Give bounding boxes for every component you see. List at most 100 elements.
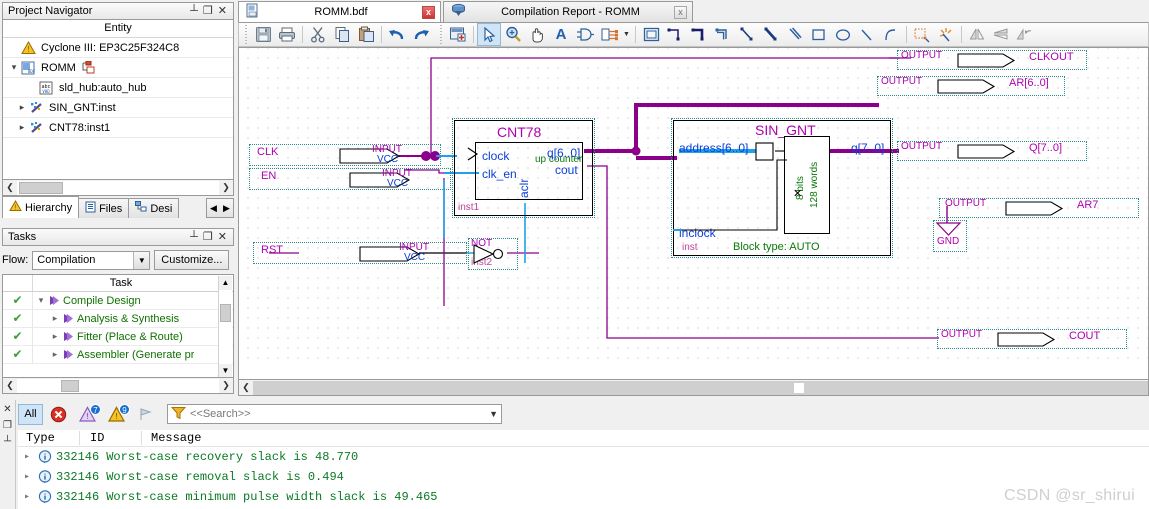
save-icon[interactable]: [251, 23, 275, 46]
run-task-icon[interactable]: [63, 331, 74, 342]
task-row[interactable]: ✔ ▾ Compile Design: [3, 292, 233, 310]
restore-icon[interactable]: ❐: [203, 5, 213, 17]
chevron-down-icon[interactable]: ▼: [489, 409, 498, 419]
orthogonal-conduit-tool-icon[interactable]: [711, 23, 735, 46]
error-filter-icon[interactable]: [45, 404, 72, 425]
chevron-right-icon[interactable]: ▸: [47, 331, 63, 342]
text-tool-icon[interactable]: A: [549, 23, 573, 46]
scroll-right-arrow-icon[interactable]: ❯: [219, 182, 233, 193]
hscroll-thumb[interactable]: [61, 379, 79, 392]
restore-icon[interactable]: ❐: [3, 420, 12, 431]
message-row[interactable]: ▸ 332146 Worst-case removal slack is 0.4…: [18, 467, 1149, 487]
task-row[interactable]: ✔ ▸ Assembler (Generate pr: [3, 346, 233, 364]
diagonal-bus-tool-icon[interactable]: [759, 23, 783, 46]
messages-list[interactable]: Type ID Message ▸ 332146 Worst-case reco…: [18, 430, 1149, 509]
tasks-vscrollbar[interactable]: ▲ ▼: [218, 276, 232, 377]
close-icon[interactable]: x: [422, 5, 435, 19]
critical-warning-filter-icon[interactable]: ! 7: [74, 403, 101, 425]
chevron-right-icon[interactable]: ▸: [18, 491, 36, 503]
schematic-canvas-container[interactable]: CLK INPUT VCC EN INPUT VCC RST INPUT VCC…: [238, 47, 1149, 380]
hand-tool-icon[interactable]: [525, 23, 549, 46]
diagonal-conduit-tool-icon[interactable]: [783, 23, 807, 46]
orthogonal-node-tool-icon[interactable]: [663, 23, 687, 46]
close-icon[interactable]: x: [674, 5, 687, 19]
cut-icon[interactable]: [306, 23, 330, 46]
orthogonal-bus-tool-icon[interactable]: [687, 23, 711, 46]
pin-shape-ar7[interactable]: [1005, 200, 1065, 217]
run-task-icon[interactable]: [63, 349, 74, 360]
pin-icon[interactable]: ┴: [190, 5, 198, 17]
flow-dropdown[interactable]: Compilation ▼: [32, 250, 151, 270]
tree-item-sld-hub[interactable]: abc VHD sld_hub:auto_hub: [3, 78, 233, 98]
pin-shape-clkout[interactable]: [957, 52, 1017, 69]
customize-button[interactable]: Customize...: [154, 250, 230, 270]
redo-icon[interactable]: [409, 23, 433, 46]
messages-search-box[interactable]: <<Search>> ▼: [167, 404, 502, 424]
flip-vertical-icon[interactable]: [989, 23, 1013, 46]
not-gate-shape[interactable]: [473, 244, 513, 264]
print-icon[interactable]: [275, 23, 299, 46]
pin-shape-cout[interactable]: [997, 331, 1057, 348]
toolbar-grip[interactable]: [243, 25, 249, 44]
scroll-left-arrow-icon[interactable]: ❮: [239, 382, 253, 393]
toolbar-grip[interactable]: [438, 25, 444, 44]
paste-icon[interactable]: [354, 23, 378, 46]
chevron-right-icon[interactable]: ▸: [15, 122, 29, 133]
symbol-tool-icon[interactable]: [573, 23, 597, 46]
draw-oval-icon[interactable]: [831, 23, 855, 46]
chevron-right-icon[interactable]: ▸: [15, 102, 29, 113]
tab-scroll-buttons[interactable]: ◀ ▶: [206, 198, 234, 218]
chevron-right-icon[interactable]: ▸: [18, 451, 36, 463]
tasks-table[interactable]: Task ✔ ▾ Compile Design ✔ ▸ Analysis & S…: [2, 274, 234, 378]
scroll-left-arrow-icon[interactable]: ❮: [3, 182, 17, 193]
scroll-right-arrow-icon[interactable]: ❯: [219, 380, 233, 391]
tab-scroll-right-icon[interactable]: ▶: [220, 203, 233, 214]
vscroll-thumb[interactable]: [220, 304, 231, 322]
rotate-left-icon[interactable]: [1013, 23, 1037, 46]
chevron-right-icon[interactable]: ▸: [47, 349, 63, 360]
message-row[interactable]: ▸ 332146 Worst-case recovery slack is 48…: [18, 447, 1149, 467]
schematic-canvas[interactable]: CLK INPUT VCC EN INPUT VCC RST INPUT VCC…: [239, 48, 1148, 363]
chevron-down-icon[interactable]: ▾: [33, 295, 49, 306]
tab-hierarchy[interactable]: ! Hierarchy: [2, 196, 80, 218]
tasks-hscrollbar[interactable]: ❮ ❯: [2, 378, 234, 394]
chevron-right-icon[interactable]: ▸: [18, 471, 36, 483]
pin-icon[interactable]: ┴: [190, 231, 198, 243]
project-navigator-tree[interactable]: Entity ! Cyclone III: EP3C25F324C8 ▾ BDF…: [2, 20, 234, 180]
pin-shape-q[interactable]: [957, 143, 1017, 160]
task-row[interactable]: ✔ ▸ Analysis & Synthesis: [3, 310, 233, 328]
analyze-file-icon[interactable]: [446, 23, 470, 46]
scroll-up-arrow-icon[interactable]: ▲: [222, 276, 230, 290]
hscroll-thumb[interactable]: [793, 381, 805, 394]
tab-romm-bdf[interactable]: ROMM.bdf x: [238, 1, 441, 22]
flip-horizontal-icon[interactable]: [965, 23, 989, 46]
close-icon[interactable]: ✕: [3, 404, 11, 415]
close-icon[interactable]: ✕: [218, 5, 227, 17]
rubberbanding-icon[interactable]: [910, 23, 934, 46]
task-row[interactable]: ✔ ▸ Fitter (Place & Route): [3, 328, 233, 346]
block-tool-icon[interactable]: [597, 23, 621, 46]
tab-files[interactable]: Files: [78, 198, 130, 218]
restore-icon[interactable]: ❐: [203, 231, 213, 243]
draw-rectangle-icon[interactable]: [807, 23, 831, 46]
tab-scroll-left-icon[interactable]: ◀: [207, 203, 220, 214]
close-icon[interactable]: ✕: [218, 231, 227, 243]
message-row[interactable]: ▸ 332146 Worst-case minimum pulse width …: [18, 487, 1149, 507]
pin-shape-ar-bus[interactable]: [937, 78, 997, 95]
hscroll-thumb[interactable]: [19, 181, 63, 194]
run-task-icon[interactable]: [63, 313, 74, 324]
tab-design-units[interactable]: Desi: [128, 198, 180, 218]
all-messages-button[interactable]: All: [18, 403, 43, 425]
scroll-left-arrow-icon[interactable]: ❮: [3, 380, 17, 391]
block-dropdown-caret-icon[interactable]: ▼: [621, 23, 632, 46]
tree-item-romm[interactable]: ▾ BDF ROMM: [3, 58, 233, 78]
draw-line-icon[interactable]: [855, 23, 879, 46]
undo-icon[interactable]: [385, 23, 409, 46]
copy-icon[interactable]: [330, 23, 354, 46]
zoom-tool-icon[interactable]: [501, 23, 525, 46]
run-task-icon[interactable]: [49, 295, 60, 306]
tab-compilation-report[interactable]: Compilation Report - ROMM x: [443, 1, 693, 22]
flag-icon[interactable]: [132, 404, 159, 425]
tree-item-cnt78[interactable]: ▸ CNT78:inst1: [3, 118, 233, 138]
warning-filter-icon[interactable]: ! 9: [103, 403, 130, 425]
